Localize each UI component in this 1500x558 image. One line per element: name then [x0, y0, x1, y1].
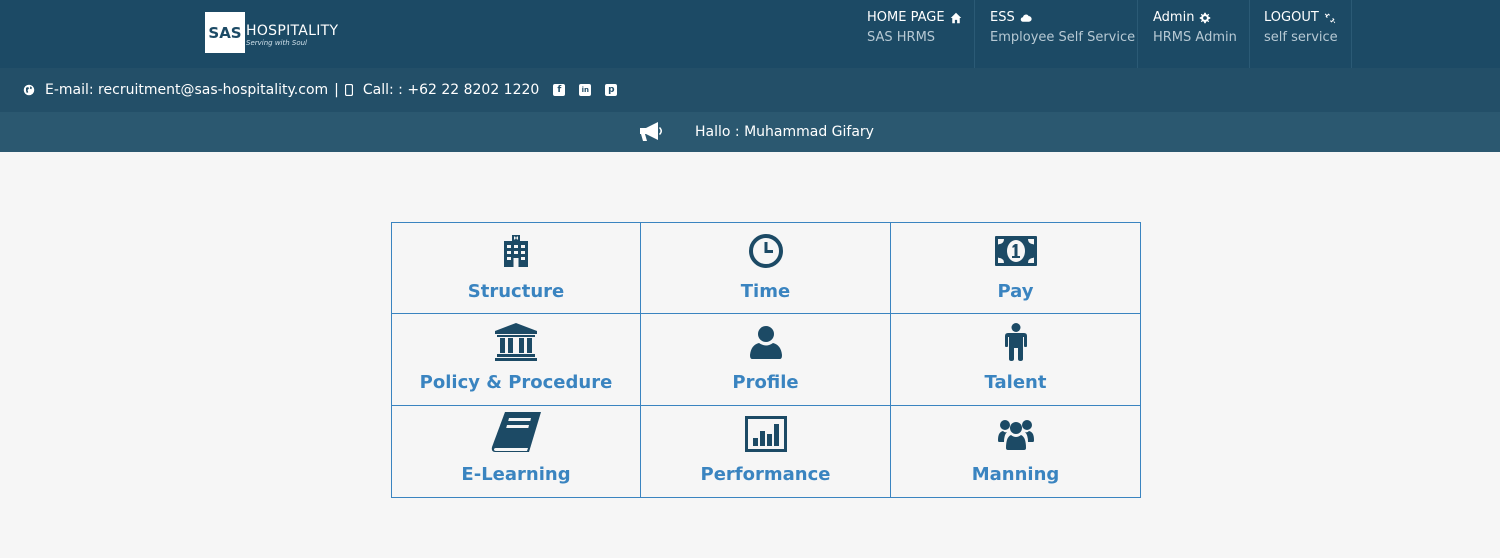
- contact-separator: |: [334, 82, 339, 98]
- logo-tagline: Serving with Soul: [246, 38, 308, 47]
- institution-icon: [491, 323, 541, 361]
- home-icon: [950, 12, 961, 23]
- tile-e-learning[interactable]: E-Learning: [391, 405, 641, 498]
- nav-home-page[interactable]: HOME PAGE SAS HRMS: [857, 0, 975, 68]
- nav-ess-title: ESS: [990, 10, 1015, 25]
- nav-ess[interactable]: ESS Employee Self Service: [980, 0, 1138, 68]
- pinterest-icon[interactable]: p: [605, 84, 618, 96]
- tile-label: Structure: [467, 281, 565, 302]
- tile-profile[interactable]: Profile: [640, 313, 891, 406]
- book-icon: [491, 412, 541, 452]
- bar-chart-icon: [741, 416, 791, 452]
- logo-name: HOSPITALITY: [246, 22, 339, 39]
- users-icon: [991, 416, 1041, 452]
- module-grid: Structure Time Pay Policy & Procedure Pr…: [391, 222, 1141, 498]
- nav-admin-title: Admin: [1153, 10, 1195, 25]
- mobile-phone-icon: [344, 84, 353, 96]
- tile-structure[interactable]: Structure: [391, 222, 641, 314]
- contact-phone: Call: : +62 22 8202 1220: [362, 82, 540, 98]
- logo-mark: SAS: [205, 12, 245, 53]
- male-icon: [991, 323, 1041, 361]
- megaphone-icon: [640, 122, 662, 141]
- top-header: SAS HOSPITALITY Serving with Soul HOME P…: [0, 0, 1500, 68]
- tile-talent[interactable]: Talent: [890, 313, 1141, 406]
- unlink-icon: [1324, 13, 1336, 23]
- user-icon: [741, 324, 791, 360]
- contact-bar: E-mail: recruitment@sas-hospitality.com …: [0, 68, 1500, 112]
- tile-label: Policy & Procedure: [419, 372, 613, 393]
- tile-label: Talent: [984, 372, 1047, 393]
- nav-logout-subtitle: self service: [1264, 30, 1338, 45]
- nav-logout[interactable]: LOGOUT self service: [1254, 0, 1352, 68]
- building-icon: [491, 233, 541, 269]
- tile-policy-procedure[interactable]: Policy & Procedure: [391, 313, 641, 406]
- facebook-icon[interactable]: f: [553, 84, 566, 96]
- nav-ess-subtitle: Employee Self Service: [990, 30, 1136, 45]
- gear-icon: [1200, 12, 1211, 23]
- tile-manning[interactable]: Manning: [890, 405, 1141, 498]
- cloud-icon: [1020, 14, 1032, 22]
- linkedin-icon[interactable]: in: [579, 84, 592, 96]
- nav-home-subtitle: SAS HRMS: [867, 30, 936, 45]
- nav-logout-title: LOGOUT: [1264, 10, 1319, 25]
- tile-time[interactable]: Time: [640, 222, 891, 314]
- greeting-bar: Hallo : Muhammad Gifary: [0, 112, 1500, 152]
- contact-email: E-mail: recruitment@sas-hospitality.com: [45, 82, 329, 98]
- nav-admin[interactable]: Admin HRMS Admin: [1143, 0, 1250, 68]
- greeting-text: Hallo : Muhammad Gifary: [695, 124, 874, 140]
- nav-home-title: HOME PAGE: [867, 10, 945, 25]
- nav-admin-subtitle: HRMS Admin: [1153, 30, 1237, 45]
- tile-label: Manning: [971, 464, 1060, 485]
- tile-label: Time: [740, 281, 791, 302]
- clock-icon: [741, 233, 791, 269]
- tile-performance[interactable]: Performance: [640, 405, 891, 498]
- globe-icon: [23, 84, 35, 96]
- tile-label: Profile: [732, 372, 799, 393]
- tile-label: E-Learning: [461, 464, 571, 485]
- tile-label: Performance: [700, 464, 831, 485]
- sas-hospitality-logo[interactable]: SAS HOSPITALITY Serving with Soul: [205, 12, 338, 53]
- money-icon: [991, 233, 1041, 269]
- tile-pay[interactable]: Pay: [890, 222, 1141, 314]
- tile-label: Pay: [997, 281, 1034, 302]
